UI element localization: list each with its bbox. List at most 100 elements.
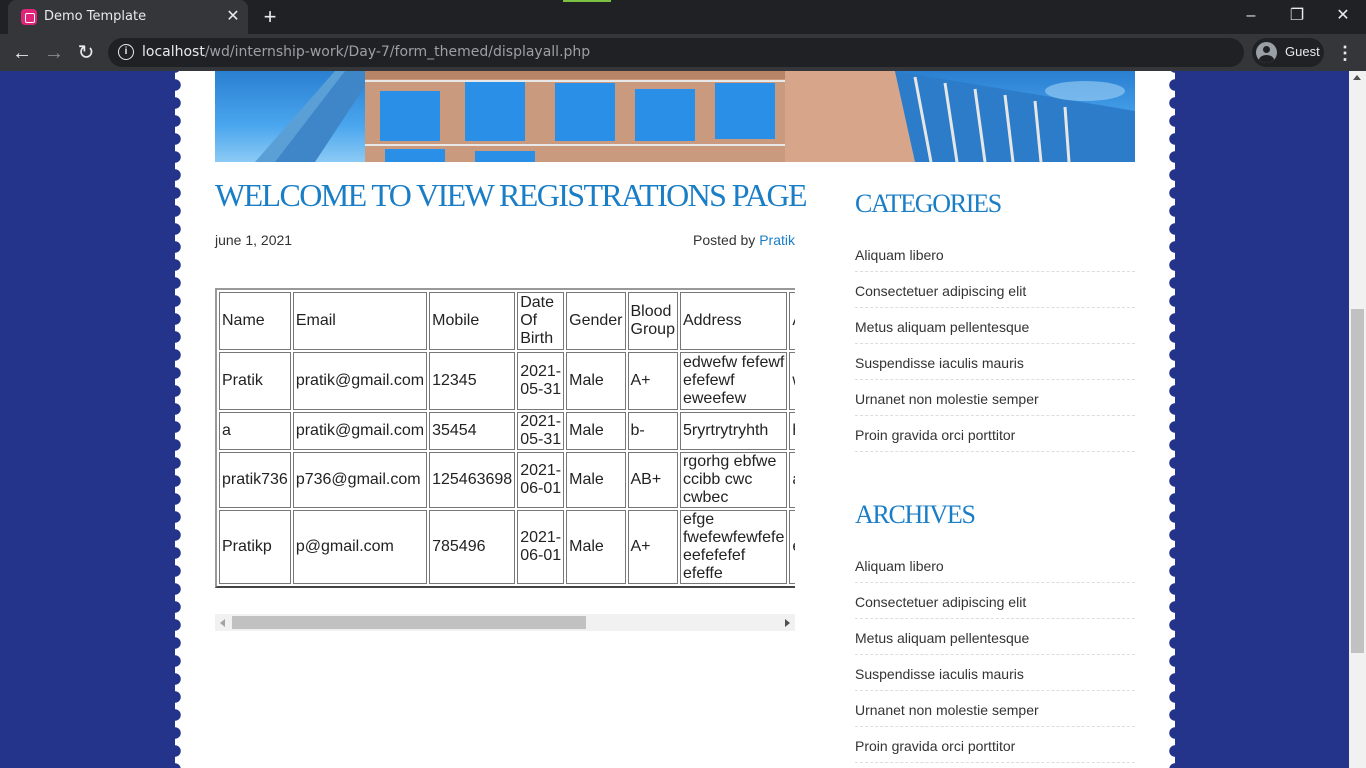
browser-toolbar: ← → ↻ i localhost/wd/internship-work/Day… (0, 34, 1366, 71)
page-viewport: WELCOME TO VIEW REGISTRATIONS PAGE june … (0, 71, 1349, 768)
table-header-cell: Address (679, 292, 788, 350)
avatar-icon (1256, 42, 1277, 63)
categories-heading: CATEGORIES (855, 189, 1002, 218)
table-cell: rgorhg ebfwe ccibb cwc cwbec (679, 452, 788, 508)
profile-button[interactable]: Guest (1252, 38, 1324, 67)
table-cell: efge fwefewfewfefe eefefefef efeffe (679, 510, 788, 584)
table-header-cell: Name (219, 292, 291, 350)
table-cell: 2021-05-31 (517, 412, 565, 450)
forward-button[interactable]: → (40, 39, 68, 67)
registrations-table-scroll[interactable]: Name Email Mobile Date Of Birth Gender Blood … (215, 288, 795, 594)
scroll-up-icon[interactable] (1353, 75, 1361, 80)
table-cell: 5ryrtrytryhth (679, 412, 788, 450)
favicon-icon (21, 9, 37, 25)
table-header-row: Name Email Mobile Date Of Birth Gender Blood … (219, 292, 795, 350)
horizontal-scrollbar[interactable] (215, 614, 795, 631)
url-host: localhost (142, 44, 205, 60)
table-cell: a (219, 412, 291, 450)
table-cell: pratik@gmail.com (292, 352, 428, 410)
minimize-icon[interactable]: – (1228, 4, 1274, 28)
archive-link[interactable]: Suspendisse iaculis mauris (855, 655, 1135, 691)
scroll-right-icon[interactable] (785, 619, 790, 627)
vertical-scrollbar-thumb[interactable] (1351, 309, 1364, 653)
new-tab-button[interactable]: + (258, 5, 282, 29)
table-cell: ht (789, 412, 795, 450)
table-row: Pratikp p@gmail.com 785496 2021-06-01 Male A+… (219, 510, 795, 584)
table-cell: 785496 (429, 510, 516, 584)
table-cell: wg (789, 352, 795, 410)
table-cell: 2021-06-01 (517, 510, 565, 584)
restore-icon[interactable]: ❐ (1274, 4, 1320, 28)
author-link[interactable]: Pratik (759, 232, 795, 248)
registrations-table: Name Email Mobile Date Of Birth Gender Blood … (215, 288, 795, 588)
table-row: pratik736 p736@gmail.com 125463698 2021-06-… (219, 452, 795, 508)
url-text[interactable]: localhost/wd/internship-work/Day-7/form_… (142, 44, 590, 60)
table-header-cell: Date Of Birth (517, 292, 565, 350)
address-bar[interactable]: i localhost/wd/internship-work/Day-7/for… (108, 38, 1244, 67)
archive-link[interactable]: Proin gravida orci porttitor (855, 727, 1135, 763)
table-cell: ae (789, 452, 795, 508)
category-link[interactable]: Metus aliquam pellentesque (855, 308, 1135, 344)
table-cell: p736@gmail.com (292, 452, 428, 508)
info-icon[interactable]: i (118, 44, 134, 60)
table-row: a pratik@gmail.com 35454 2021-05-31 Male b- 5r… (219, 412, 795, 450)
categories-list: Aliquam libero Consectetuer adipiscing el… (855, 236, 1135, 452)
tab-title: Demo Template (44, 9, 147, 24)
table-header-cell: Gender (566, 292, 626, 350)
category-link[interactable]: Consectetuer adipiscing elit (855, 272, 1135, 308)
category-link[interactable]: Aliquam libero (855, 236, 1135, 272)
url-path: /wd/internship-work/Day-7/form_themed/di… (204, 44, 591, 60)
kebab-menu-icon[interactable]: ⋮ (1334, 39, 1356, 67)
category-link[interactable]: Urnanet non molestie semper (855, 380, 1135, 416)
archives-heading: ARCHIVES (855, 500, 976, 529)
reload-button[interactable]: ↻ (72, 39, 100, 67)
table-cell: Male (566, 452, 626, 508)
table-header-cell: Blood Group (627, 292, 678, 350)
table-cell: Male (566, 352, 626, 410)
browser-tab[interactable]: Demo Template ✕ (8, 0, 248, 34)
category-link[interactable]: Suspendisse iaculis mauris (855, 344, 1135, 380)
archive-link[interactable]: Aliquam libero (855, 547, 1135, 583)
archive-link[interactable]: Consectetuer adipiscing elit (855, 583, 1135, 619)
table-cell: 125463698 (429, 452, 516, 508)
table-cell: p@gmail.com (292, 510, 428, 584)
content-paper: WELCOME TO VIEW REGISTRATIONS PAGE june … (168, 71, 1182, 768)
post-date: june 1, 2021 (215, 232, 293, 248)
scrollbar-thumb[interactable] (232, 616, 586, 629)
archive-link[interactable]: Urnanet non molestie semper (855, 691, 1135, 727)
table-cell: eg (789, 510, 795, 584)
back-button[interactable]: ← (8, 39, 36, 67)
close-window-icon[interactable]: ✕ (1320, 4, 1366, 28)
table-cell: pratik736 (219, 452, 291, 508)
left-stamp-edge (168, 71, 182, 768)
page-title: WELCOME TO VIEW REGISTRATIONS PAGE (215, 177, 808, 213)
archives-list: Aliquam libero Consectetuer adipiscing el… (855, 547, 1135, 763)
close-tab-icon[interactable]: ✕ (224, 8, 242, 26)
table-cell: Pratikp (219, 510, 291, 584)
table-cell: A+ (627, 510, 678, 584)
table-header-cell: Email (292, 292, 428, 350)
table-cell: edwefw fefewf efefewf eweefew (679, 352, 788, 410)
table-cell: 12345 (429, 352, 516, 410)
profile-label: Guest (1285, 44, 1320, 59)
table-cell: Male (566, 412, 626, 450)
category-link[interactable]: Proin gravida orci porttitor (855, 416, 1135, 452)
tab-strip-indicator (563, 0, 611, 2)
table-cell: A+ (627, 352, 678, 410)
table-header-cell: Ar (789, 292, 795, 350)
archive-link[interactable]: Metus aliquam pellentesque (855, 619, 1135, 655)
scroll-left-icon[interactable] (220, 619, 225, 627)
right-stamp-edge (1168, 71, 1182, 768)
table-cell: 35454 (429, 412, 516, 450)
table-cell: Male (566, 510, 626, 584)
vertical-scrollbar[interactable] (1349, 71, 1366, 768)
tab-strip: Demo Template ✕ + – ❐ ✕ (0, 0, 1366, 34)
header-image (215, 71, 1135, 162)
table-cell: Pratik (219, 352, 291, 410)
table-cell: AB+ (627, 452, 678, 508)
table-header-cell: Mobile (429, 292, 516, 350)
table-cell: pratik@gmail.com (292, 412, 428, 450)
posted-by-label: Posted by (693, 232, 760, 248)
table-cell: 2021-06-01 (517, 452, 565, 508)
post-byline: Posted by Pratik (575, 232, 795, 248)
